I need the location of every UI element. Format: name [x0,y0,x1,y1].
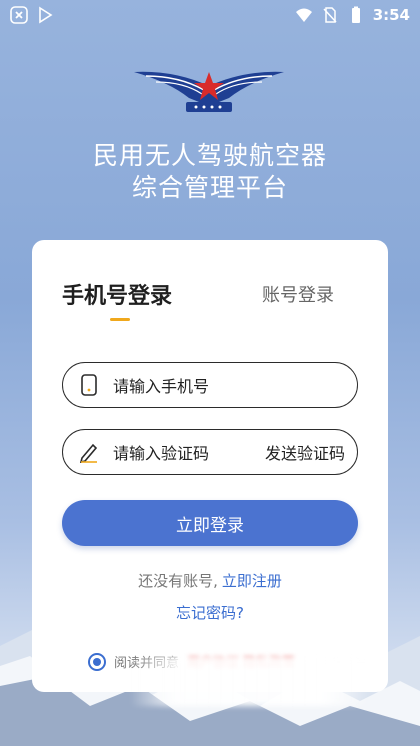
register-link[interactable]: 立即注册 [222,572,282,590]
phone-input[interactable]: 请输入手机号 [62,362,358,408]
login-card: 手机号登录 账号登录 请输入手机号 请输入验证码 发送验证码 立即登录 还没有账… [32,240,388,692]
tab-account-login[interactable]: 账号登录 [262,281,334,307]
status-bar: 3:54 [0,0,420,30]
wings-logo [134,71,284,112]
code-placeholder: 请输入验证码 [113,444,210,463]
close-notification-icon [10,6,28,24]
status-time: 3:54 [372,6,410,24]
wifi-icon [295,8,312,22]
login-tabs: 手机号登录 账号登录 [62,278,362,328]
watermark-overlay [130,656,370,706]
phone-icon [81,374,97,396]
register-line: 还没有账号, 立即注册 [32,570,388,591]
no-sim-icon [323,7,337,23]
agreement-radio[interactable] [88,652,106,671]
tab-active-indicator [110,318,130,321]
tab-phone-login[interactable]: 手机号登录 [62,278,172,310]
login-button[interactable]: 立即登录 [62,500,358,546]
phone-placeholder: 请输入手机号 [113,377,210,396]
code-input[interactable]: 请输入验证码 发送验证码 [62,429,358,475]
battery-icon [351,6,360,23]
no-account-text: 还没有账号, [138,572,218,590]
app-title: 民用无人驾驶航空器 综合管理平台 [0,140,420,204]
app-title-line1: 民用无人驾驶航空器 [92,141,327,170]
send-code-button[interactable]: 发送验证码 [265,440,345,464]
play-store-icon [39,6,53,24]
app-title-line2: 综合管理平台 [131,173,288,202]
forgot-password-link[interactable]: 忘记密码? [32,602,388,623]
pen-icon [79,443,98,463]
